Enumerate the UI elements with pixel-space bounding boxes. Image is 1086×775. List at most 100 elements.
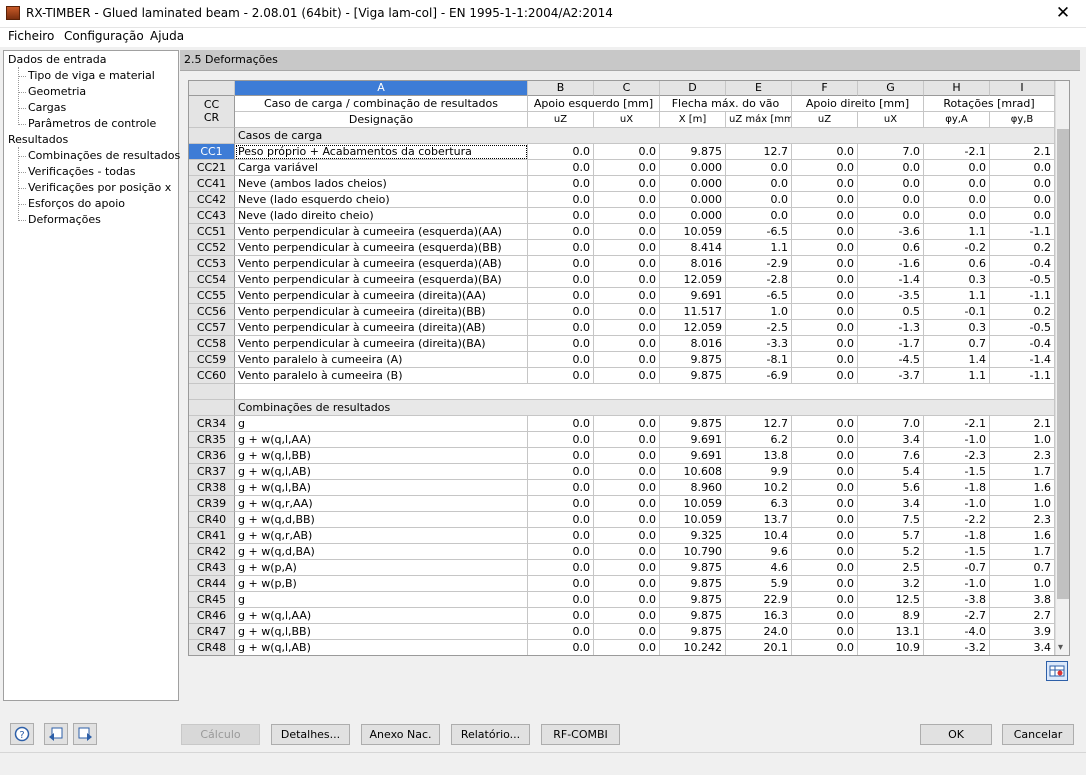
row-designation[interactable]: g + w(q,l,AA) [235, 608, 528, 624]
row-designation[interactable]: Vento perpendicular à cumeeira (esquerda… [235, 240, 528, 256]
nav-group-results[interactable]: Resultados [8, 133, 68, 147]
column-letter-h[interactable]: H [924, 81, 990, 96]
calculation-button[interactable]: Cálculo [181, 724, 260, 745]
menu-ajuda[interactable]: Ajuda [150, 29, 184, 43]
row-designation[interactable]: Vento perpendicular à cumeeira (esquerda… [235, 224, 528, 240]
row-designation[interactable]: Carga variável [235, 160, 528, 176]
row-designation[interactable]: Vento perpendicular à cumeeira (esquerda… [235, 272, 528, 288]
nav-item-loads[interactable]: Cargas [28, 101, 66, 115]
next-window-icon[interactable] [73, 723, 97, 745]
vertical-scrollbar[interactable]: ▾ [1055, 81, 1069, 655]
cancel-button[interactable]: Cancelar [1002, 724, 1074, 745]
nav-item-result-combinations[interactable]: Combinações de resultados [28, 149, 180, 163]
row-id-cr37[interactable]: CR37 [189, 464, 235, 480]
row-designation[interactable]: g + w(p,B) [235, 576, 528, 592]
column-letter-d[interactable]: D [660, 81, 726, 96]
row-designation[interactable]: g + w(q,l,AB) [235, 464, 528, 480]
help-icon[interactable]: ? [10, 723, 34, 745]
nav-item-deformations[interactable]: Deformações [28, 213, 101, 227]
row-id-cc43[interactable]: CC43 [189, 208, 235, 224]
row-id-cr46[interactable]: CR46 [189, 608, 235, 624]
row-designation[interactable]: Neve (ambos lados cheios) [235, 176, 528, 192]
column-letter-e[interactable]: E [726, 81, 792, 96]
column-letter-c[interactable]: C [594, 81, 660, 96]
row-designation[interactable]: g + w(q,r,AA) [235, 496, 528, 512]
row-designation[interactable]: Vento paralelo à cumeeira (B) [235, 368, 528, 384]
row-id-cc21[interactable]: CC21 [189, 160, 235, 176]
row-id-cr40[interactable]: CR40 [189, 512, 235, 528]
row-designation[interactable]: g + w(q,l,BB) [235, 448, 528, 464]
row-id-cc42[interactable]: CC42 [189, 192, 235, 208]
row-designation[interactable]: Vento perpendicular à cumeeira (direita)… [235, 336, 528, 352]
row-designation[interactable]: g + w(q,d,BA) [235, 544, 528, 560]
column-letter-f[interactable]: F [792, 81, 858, 96]
nav-item-support-forces[interactable]: Esforços do apoio [28, 197, 125, 211]
row-id-cr44[interactable]: CR44 [189, 576, 235, 592]
prev-window-icon[interactable] [44, 723, 68, 745]
row-id-cr35[interactable]: CR35 [189, 432, 235, 448]
column-letter-g[interactable]: G [858, 81, 924, 96]
nav-item-control-parameters[interactable]: Parâmetros de controle [28, 117, 156, 131]
row-designation[interactable]: g + w(q,d,BB) [235, 512, 528, 528]
row-designation[interactable]: g + w(q,l,BA) [235, 480, 528, 496]
row-id-cc51[interactable]: CC51 [189, 224, 235, 240]
national-annex-button[interactable]: Anexo Nac. [361, 724, 440, 745]
row-designation[interactable]: g + w(q,l,BB) [235, 624, 528, 640]
row-value: 0.0 [594, 256, 660, 272]
row-id-cc58[interactable]: CC58 [189, 336, 235, 352]
row-designation[interactable]: Vento perpendicular à cumeeira (esquerda… [235, 256, 528, 272]
row-designation[interactable]: Neve (lado esquerdo cheio) [235, 192, 528, 208]
row-id-cr45[interactable]: CR45 [189, 592, 235, 608]
ok-button[interactable]: OK [920, 724, 992, 745]
menu-configuracao[interactable]: Configuração [64, 29, 144, 43]
row-id-cr39[interactable]: CR39 [189, 496, 235, 512]
row-id-cc41[interactable]: CC41 [189, 176, 235, 192]
row-id-cc54[interactable]: CC54 [189, 272, 235, 288]
nav-item-geometry[interactable]: Geometria [28, 85, 86, 99]
column-letter-i[interactable]: I [990, 81, 1055, 96]
row-id-cc57[interactable]: CC57 [189, 320, 235, 336]
nav-item-checks-by-x[interactable]: Verificações por posição x [28, 181, 171, 195]
row-designation[interactable]: g + w(q,l,AB) [235, 640, 528, 655]
row-id-cc59[interactable]: CC59 [189, 352, 235, 368]
row-id-cc1[interactable]: CC1 [189, 144, 235, 160]
nav-item-checks-all[interactable]: Verificações - todas [28, 165, 135, 179]
column-letter-b[interactable]: B [528, 81, 594, 96]
row-designation[interactable]: Peso próprio + Acabamentos da cobertura [235, 144, 528, 160]
row-designation[interactable]: g + w(p,A) [235, 560, 528, 576]
row-designation[interactable]: Neve (lado direito cheio) [235, 208, 528, 224]
row-id-cr36[interactable]: CR36 [189, 448, 235, 464]
column-letter-a[interactable]: A [235, 81, 528, 96]
menu-ficheiro[interactable]: Ficheiro [8, 29, 54, 43]
row-designation[interactable]: Vento perpendicular à cumeeira (direita)… [235, 288, 528, 304]
row-id-cc55[interactable]: CC55 [189, 288, 235, 304]
row-designation[interactable]: g + w(q,r,AB) [235, 528, 528, 544]
row-id-cr43[interactable]: CR43 [189, 560, 235, 576]
scrollbar-thumb[interactable] [1057, 129, 1069, 599]
row-id-cr41[interactable]: CR41 [189, 528, 235, 544]
row-designation[interactable]: Vento paralelo à cumeeira (A) [235, 352, 528, 368]
row-id-cc60[interactable]: CC60 [189, 368, 235, 384]
nav-item-beam-type[interactable]: Tipo de viga e material [28, 69, 155, 83]
scroll-down-icon[interactable]: ▾ [1058, 642, 1063, 653]
row-id-cc56[interactable]: CC56 [189, 304, 235, 320]
rf-combi-button[interactable]: RF-COMBI [541, 724, 620, 745]
row-designation[interactable]: Vento perpendicular à cumeeira (direita)… [235, 320, 528, 336]
row-id-cr47[interactable]: CR47 [189, 624, 235, 640]
row-id-cr34[interactable]: CR34 [189, 416, 235, 432]
row-designation[interactable]: g [235, 416, 528, 432]
header-left-support: Apoio esquerdo [mm] [528, 96, 660, 112]
row-designation[interactable]: g + w(q,l,AA) [235, 432, 528, 448]
details-button[interactable]: Detalhes... [271, 724, 350, 745]
row-designation[interactable]: g [235, 592, 528, 608]
row-id-cc53[interactable]: CC53 [189, 256, 235, 272]
report-button[interactable]: Relatório... [451, 724, 530, 745]
row-id-cr48[interactable]: CR48 [189, 640, 235, 655]
row-id-cr38[interactable]: CR38 [189, 480, 235, 496]
nav-group-input[interactable]: Dados de entrada [8, 53, 106, 67]
close-button[interactable]: ✕ [1040, 0, 1086, 28]
export-table-icon[interactable] [1046, 661, 1068, 681]
row-id-cr42[interactable]: CR42 [189, 544, 235, 560]
row-id-cc52[interactable]: CC52 [189, 240, 235, 256]
row-designation[interactable]: Vento perpendicular à cumeeira (direita)… [235, 304, 528, 320]
